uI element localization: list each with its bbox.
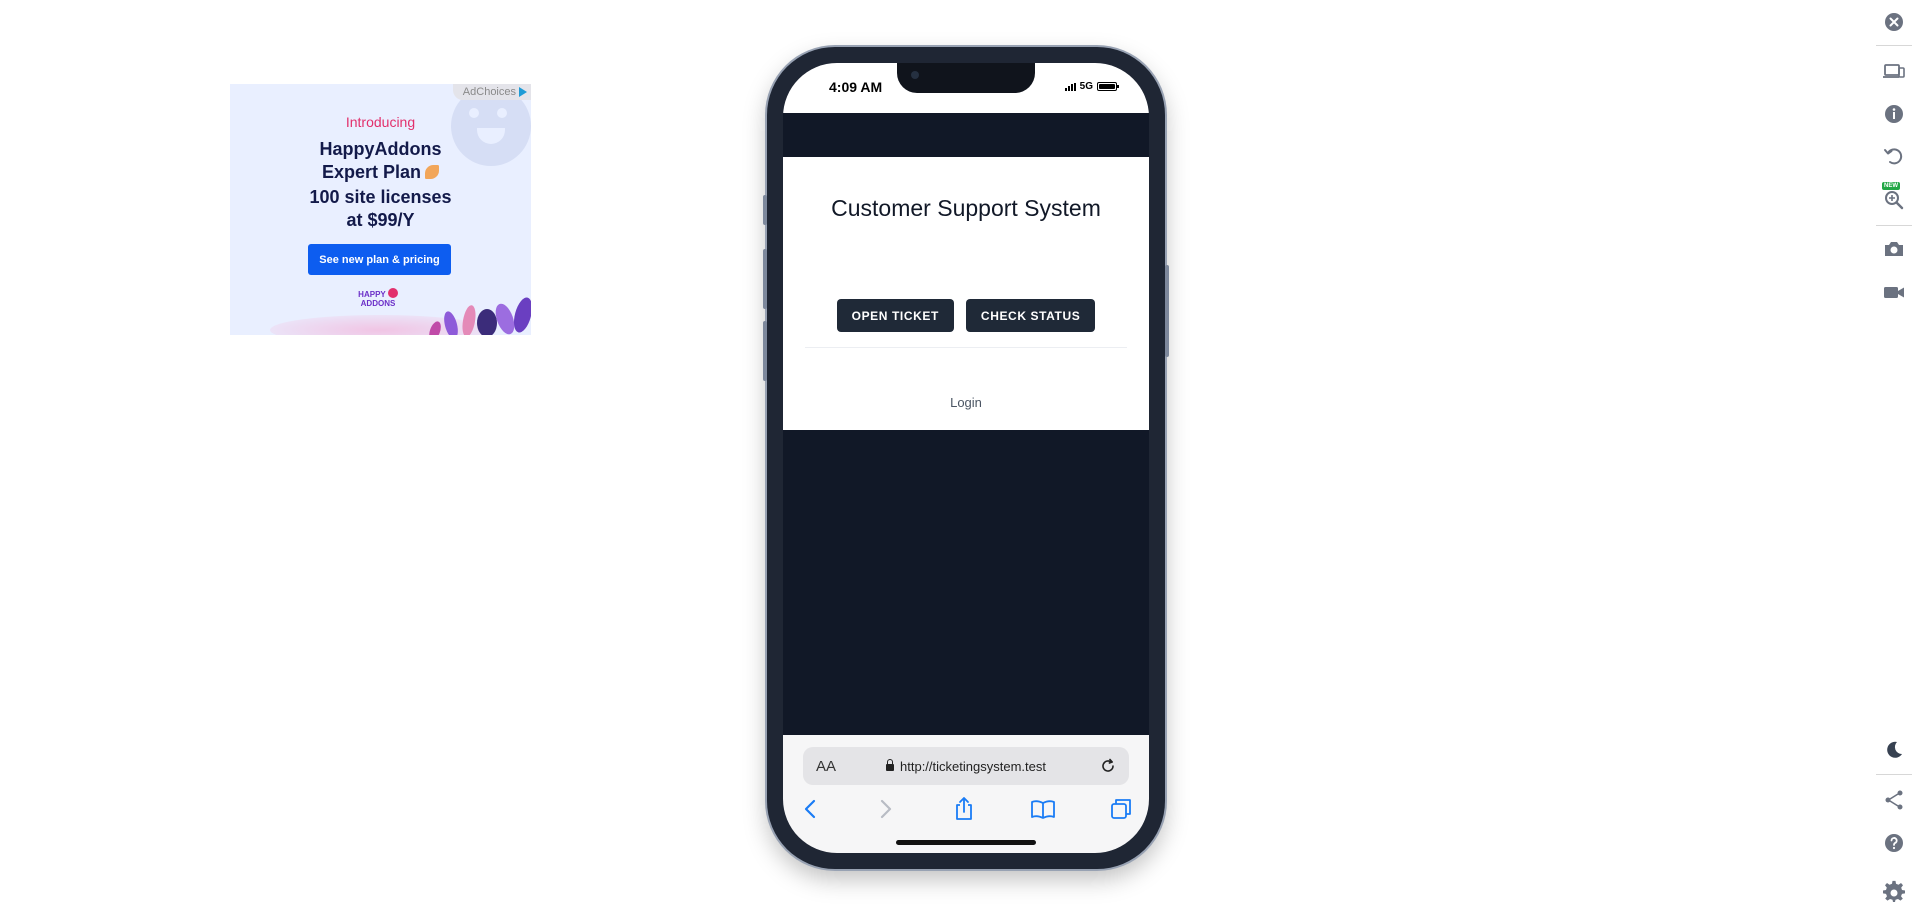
check-status-button[interactable]: CHECK STATUS bbox=[965, 299, 1096, 332]
ad-headline: HappyAddons Expert Plan bbox=[230, 138, 531, 184]
ad-subheadline-line-2: at $99/Y bbox=[346, 210, 415, 230]
adchoices-icon bbox=[519, 87, 527, 97]
back-icon[interactable] bbox=[797, 795, 825, 823]
support-card: Customer Support System OPEN TICKET CHEC… bbox=[783, 157, 1149, 430]
happyaddons-logo: HAPPY ADDONS bbox=[350, 288, 406, 308]
safari-bottom-bar: AA http://ticketingsystem.test bbox=[783, 735, 1149, 853]
close-icon[interactable] bbox=[1882, 10, 1906, 34]
ad-subheadline-line-1: 100 site licenses bbox=[309, 187, 452, 207]
browser-toolbar bbox=[783, 791, 1149, 827]
screenshot-icon[interactable] bbox=[1882, 237, 1906, 261]
mute-switch bbox=[763, 195, 767, 225]
rotate-icon[interactable] bbox=[1882, 144, 1906, 168]
new-badge: NEW bbox=[1882, 182, 1900, 190]
ad-subheadline: 100 site licenses at $99/Y bbox=[230, 186, 531, 232]
advertisement[interactable]: AdChoices Introducing HappyAddons Expert… bbox=[230, 84, 531, 335]
share-icon[interactable] bbox=[950, 795, 978, 823]
page-title: Customer Support System bbox=[831, 195, 1101, 221]
phone-frame: 4:09 AM 5G Customer Support System OPEN … bbox=[763, 47, 1169, 869]
ad-headline-line-2: Expert Plan bbox=[230, 161, 531, 184]
signal-icon bbox=[1064, 82, 1076, 91]
url-text: http://ticketingsystem.test bbox=[900, 759, 1046, 774]
logo-smile-icon bbox=[387, 288, 398, 298]
bookmarks-icon[interactable] bbox=[1029, 795, 1057, 823]
see-pricing-button[interactable]: See new plan & pricing bbox=[308, 244, 451, 275]
zoom-tool[interactable]: NEW bbox=[1882, 182, 1906, 210]
sidebar-divider bbox=[1876, 225, 1912, 226]
sidebar-divider bbox=[1876, 45, 1912, 46]
status-indicators: 5G bbox=[1064, 81, 1119, 92]
phone-screen: 4:09 AM 5G Customer Support System OPEN … bbox=[783, 63, 1149, 853]
network-type: 5G bbox=[1079, 81, 1093, 92]
rocket-icon bbox=[425, 165, 440, 179]
tabs-icon[interactable] bbox=[1107, 795, 1135, 823]
ad-intro-text: Introducing bbox=[345, 114, 416, 130]
status-time: 4:09 AM bbox=[829, 79, 883, 95]
notch bbox=[897, 63, 1035, 93]
lock-icon bbox=[886, 759, 895, 771]
info-icon[interactable] bbox=[1882, 102, 1906, 126]
divider bbox=[805, 347, 1127, 348]
sidebar-divider bbox=[1876, 774, 1912, 775]
video-icon[interactable] bbox=[1882, 280, 1906, 304]
tool-sidebar: NEW bbox=[1868, 0, 1920, 911]
devices-icon[interactable] bbox=[1882, 59, 1906, 83]
url-display[interactable]: http://ticketingsystem.test bbox=[803, 759, 1129, 774]
forward-icon[interactable] bbox=[871, 795, 899, 823]
page-header-bar bbox=[783, 113, 1149, 157]
action-buttons: OPEN TICKET CHECK STATUS bbox=[783, 299, 1149, 332]
adchoices-label: AdChoices bbox=[462, 86, 516, 98]
volume-down-button bbox=[763, 321, 767, 381]
adchoices-link[interactable]: AdChoices bbox=[452, 84, 531, 100]
ad-shapes-decoration bbox=[429, 297, 531, 335]
help-icon[interactable] bbox=[1882, 831, 1906, 855]
camera-icon bbox=[911, 71, 919, 79]
volume-up-button bbox=[763, 249, 767, 309]
settings-icon[interactable] bbox=[1882, 880, 1906, 904]
reload-icon[interactable] bbox=[1099, 757, 1117, 775]
share-icon[interactable] bbox=[1882, 788, 1906, 812]
power-button bbox=[1165, 265, 1169, 357]
home-indicator bbox=[896, 840, 1036, 845]
address-bar[interactable]: AA http://ticketingsystem.test bbox=[803, 747, 1129, 785]
status-bar: 4:09 AM 5G bbox=[783, 63, 1149, 113]
login-link[interactable]: Login bbox=[783, 395, 1149, 410]
battery-icon bbox=[1097, 82, 1119, 91]
open-ticket-button[interactable]: OPEN TICKET bbox=[836, 299, 954, 332]
dark-mode-icon[interactable] bbox=[1882, 738, 1906, 762]
ad-headline-line-1: HappyAddons bbox=[319, 139, 442, 159]
